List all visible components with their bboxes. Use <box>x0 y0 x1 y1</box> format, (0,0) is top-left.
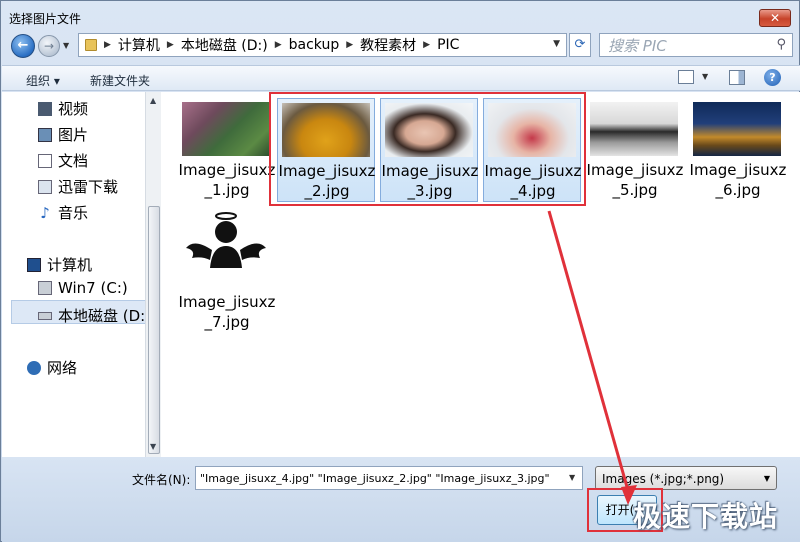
image-thumbnail <box>282 103 370 157</box>
file-item[interactable]: Image_jisuxz_2.jpg <box>277 98 375 202</box>
nav-item-label: 图片 <box>58 126 89 144</box>
nav-item-documents[interactable]: 文档 <box>38 150 88 171</box>
chevron-right-icon[interactable]: ▶ <box>167 40 174 50</box>
navigation-pane: 视频 图片 文档 迅雷下载 ♪ 音乐 计算机 Win7 (C:) 本地磁盘 (D <box>2 92 161 457</box>
nav-item-label: Win7 (C:) <box>58 279 128 297</box>
breadcrumb-computer[interactable]: 计算机 <box>118 35 160 55</box>
angel-image-thumbnail <box>182 208 270 272</box>
address-dropdown[interactable]: ▼ <box>553 39 560 49</box>
title-bar: 选择图片文件 ✕ <box>1 1 799 31</box>
nav-scrollbar[interactable]: ▲ ▼ <box>145 92 161 457</box>
new-folder-button[interactable]: 新建文件夹 <box>90 72 150 89</box>
image-thumbnail <box>590 102 678 156</box>
search-input[interactable] <box>608 37 768 55</box>
chevron-right-icon[interactable]: ▶ <box>104 40 111 50</box>
folder-icon <box>85 39 97 51</box>
breadcrumb-backup[interactable]: backup <box>289 37 340 53</box>
file-item[interactable]: Image_jisuxz_6.jpg <box>689 98 787 202</box>
nav-item-computer[interactable]: 计算机 <box>27 254 92 275</box>
filename-dropdown[interactable]: ▼ <box>569 473 575 482</box>
filename-label: 文件名(N): <box>132 473 191 487</box>
drive-icon <box>38 311 52 320</box>
download-icon <box>38 179 52 194</box>
search-box[interactable]: ⚲ <box>599 33 793 57</box>
address-bar[interactable]: ▶ 计算机 ▶ 本地磁盘 (D:) ▶ backup ▶ 教程素材 ▶ PIC … <box>78 33 567 57</box>
image-thumbnail <box>488 103 576 157</box>
chevron-right-icon[interactable]: ▶ <box>275 40 282 50</box>
chevron-right-icon[interactable]: ▶ <box>346 40 353 50</box>
chevron-right-icon[interactable]: ▶ <box>423 40 430 50</box>
breadcrumb-pic[interactable]: PIC <box>437 37 459 53</box>
nav-item-label: 音乐 <box>58 204 89 222</box>
file-name: Image_jisuxz_7.jpg <box>178 293 276 331</box>
window-title: 选择图片文件 <box>9 12 82 26</box>
nav-item-pictures[interactable]: 图片 <box>38 124 88 145</box>
nav-item-drive-c[interactable]: Win7 (C:) <box>38 279 128 297</box>
nav-item-label: 本地磁盘 (D: <box>58 307 146 325</box>
file-item[interactable]: Image_jisuxz_7.jpg <box>178 204 276 331</box>
file-item[interactable]: Image_jisuxz_4.jpg <box>483 98 581 202</box>
nav-item-network[interactable]: 网络 <box>27 357 77 378</box>
drive-icon <box>38 281 52 295</box>
help-button[interactable]: ? <box>764 69 781 86</box>
pictures-icon <box>38 127 52 142</box>
search-icon[interactable]: ⚲ <box>776 37 786 52</box>
nav-item-label: 网络 <box>47 359 78 377</box>
file-type-select[interactable]: Images (*.jpg;*.png) ▼ <box>595 466 777 490</box>
file-item[interactable]: Image_jisuxz_3.jpg <box>380 98 478 202</box>
documents-icon <box>38 153 52 168</box>
image-thumbnail <box>182 102 270 156</box>
organize-menu[interactable]: 组织 ▾ <box>26 72 60 89</box>
file-type-value: Images (*.jpg;*.png) <box>602 472 725 486</box>
file-open-dialog: 选择图片文件 ✕ ← → ▼ ▶ 计算机 ▶ 本地磁盘 (D:) ▶ backu… <box>0 0 800 542</box>
breadcrumb-tutorial[interactable]: 教程素材 <box>360 35 416 55</box>
file-list: Image_jisuxz_1.jpg Image_jisuxz_2.jpg Im… <box>161 92 800 457</box>
back-button[interactable]: ← <box>11 34 35 58</box>
scroll-down-icon[interactable]: ▼ <box>150 442 156 451</box>
view-dropdown[interactable]: ▼ <box>702 72 708 81</box>
nav-item-music[interactable]: ♪ 音乐 <box>38 202 88 223</box>
video-icon <box>38 101 52 116</box>
nav-item-label: 迅雷下载 <box>58 178 119 196</box>
breadcrumb-drive-d[interactable]: 本地磁盘 (D:) <box>181 35 268 55</box>
recent-locations-dropdown[interactable]: ▼ <box>63 41 73 51</box>
file-name: Image_jisuxz_3.jpg <box>381 162 479 200</box>
close-button[interactable]: ✕ <box>759 9 791 27</box>
nav-item-label: 视频 <box>58 100 89 118</box>
filename-field[interactable]: "Image_jisuxz_4.jpg" "Image_jisuxz_2.jpg… <box>195 466 583 490</box>
toolbar: 组织 ▾ 新建文件夹 ▼ ? <box>2 65 800 91</box>
file-item[interactable]: Image_jisuxz_5.jpg <box>586 98 684 202</box>
file-name: Image_jisuxz_4.jpg <box>484 162 582 200</box>
computer-icon <box>27 257 41 272</box>
network-icon <box>27 360 41 375</box>
file-name: Image_jisuxz_2.jpg <box>278 162 376 200</box>
nav-item-label: 文档 <box>58 152 89 170</box>
nav-item-video[interactable]: 视频 <box>38 98 88 119</box>
file-item[interactable]: Image_jisuxz_1.jpg <box>178 98 276 202</box>
nav-item-label: 计算机 <box>47 256 93 274</box>
nav-item-drive-d[interactable]: 本地磁盘 (D: <box>38 305 145 326</box>
nav-item-xunlei[interactable]: 迅雷下载 <box>38 176 118 197</box>
preview-pane-icon[interactable] <box>729 70 745 85</box>
watermark: 极速下载站 <box>633 500 779 533</box>
file-name: Image_jisuxz_6.jpg <box>689 161 787 199</box>
scroll-thumb[interactable] <box>148 206 160 454</box>
chevron-down-icon[interactable]: ▼ <box>764 474 770 483</box>
forward-button[interactable]: → <box>38 35 60 57</box>
scroll-up-icon[interactable]: ▲ <box>150 96 156 105</box>
image-thumbnail <box>385 103 473 157</box>
file-name: Image_jisuxz_1.jpg <box>178 161 276 199</box>
refresh-button[interactable]: ⟳ <box>569 33 591 57</box>
image-thumbnail <box>693 102 781 156</box>
music-icon: ♪ <box>40 203 50 222</box>
view-icon[interactable] <box>678 70 694 84</box>
file-name: Image_jisuxz_5.jpg <box>586 161 684 199</box>
